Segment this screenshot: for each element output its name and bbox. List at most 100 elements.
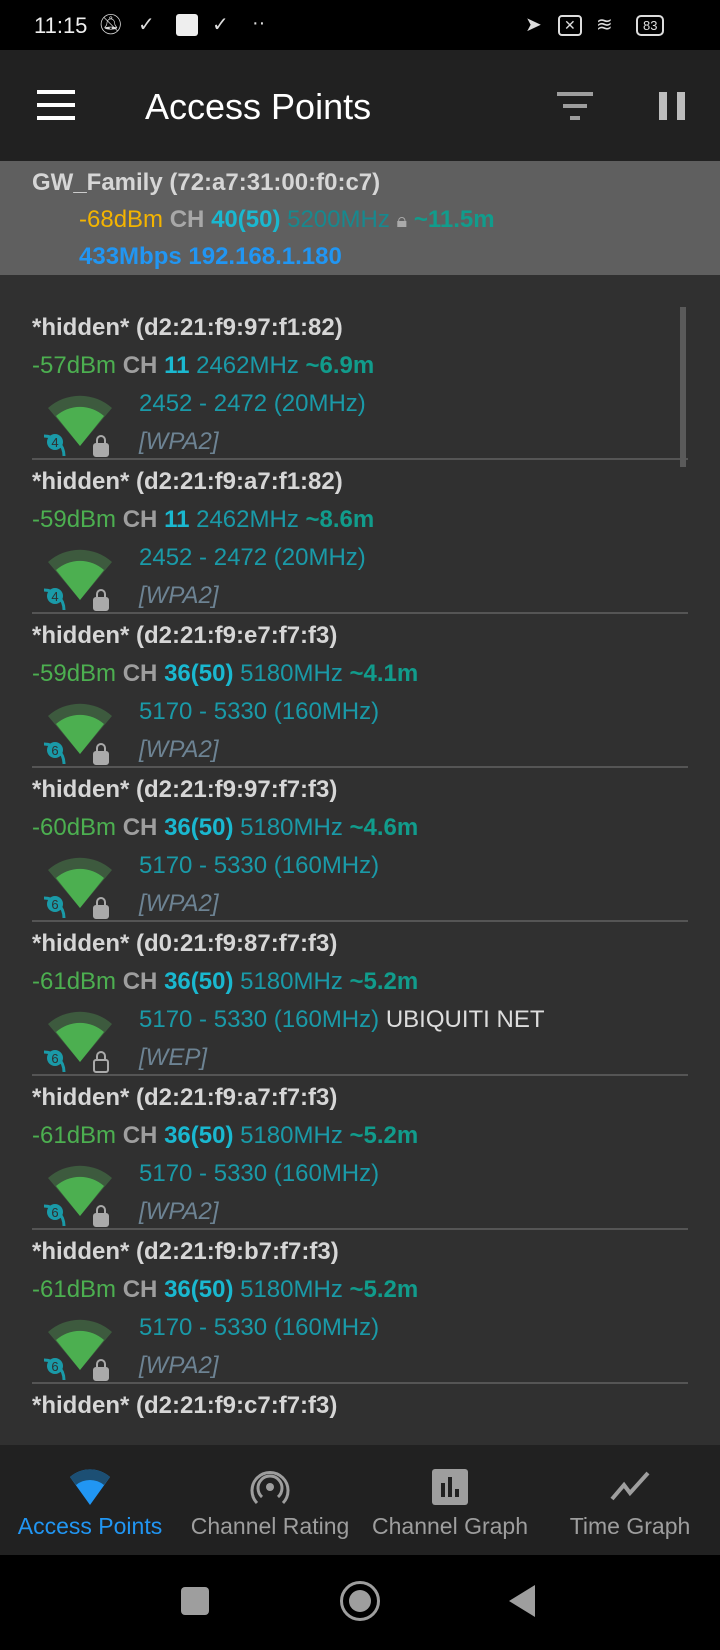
- signal-strength: -60dBm: [32, 814, 117, 841]
- signal-strength: -59dBm: [32, 660, 117, 687]
- ap-range: 2452 - 2472 (20MHz): [139, 390, 366, 418]
- channel-label: CH: [122, 1122, 158, 1149]
- wifi-generation-icon: 4: [44, 588, 66, 611]
- signal-strength-icon: 4: [44, 549, 112, 611]
- tab-label: Channel Rating: [190, 1513, 350, 1539]
- status-bar: 11:15 🔕︎ ✓ ✓ ·· ➤ ✕ ≋ 83: [0, 0, 720, 50]
- check-icon: ✓: [138, 14, 155, 36]
- security: [WPA2]: [139, 736, 219, 763]
- ap-title: *hidden* (d2:21:f9:97:f1:82): [32, 314, 343, 341]
- channel: 11: [164, 506, 190, 533]
- access-point-row[interactable]: *hidden* (d2:21:f9:97:f1:82) -57dBm CH 11…: [0, 306, 720, 460]
- frequency: 5180MHz: [240, 968, 343, 995]
- filter-icon[interactable]: [556, 92, 594, 120]
- tab-label: Time Graph: [569, 1513, 691, 1539]
- security: [WPA2]: [139, 582, 219, 609]
- lock-icon: [93, 1051, 109, 1073]
- wifi-generation-icon: 4: [44, 434, 66, 457]
- recents-button[interactable]: [181, 1587, 209, 1615]
- frequency-range: 5170 - 5330 (160MHz): [139, 1314, 380, 1341]
- signal-strength: -61dBm: [32, 968, 117, 995]
- security: [WPA2]: [139, 1352, 219, 1379]
- pause-icon[interactable]: [659, 92, 685, 120]
- ap-title: *hidden* (d2:21:f9:b7:f7:f3): [32, 1238, 339, 1265]
- distance: ~5.2m: [349, 968, 419, 995]
- tab-channel-rating[interactable]: Channel Rating: [180, 1445, 360, 1555]
- ap-details: -60dBm CH 36(50) 5180MHz ~4.6m: [32, 814, 418, 842]
- security: [WEP]: [139, 1044, 208, 1071]
- channel: 36(50): [164, 660, 234, 687]
- wifi-status-icon: ≋: [596, 14, 613, 36]
- distance: ~5.2m: [349, 1122, 419, 1149]
- lock-icon: [93, 435, 109, 457]
- channel: 36(50): [164, 968, 234, 995]
- frequency: 5200MHz: [287, 206, 390, 233]
- signal-strength-icon: 4: [44, 395, 112, 457]
- clock: 11:15: [34, 13, 88, 38]
- channel-label: CH: [122, 814, 158, 841]
- access-point-row[interactable]: *hidden* (d2:21:f9:a7:f7:f3) -61dBm CH 36…: [0, 1076, 720, 1230]
- ap-title: *hidden* (d2:21:f9:c7:f7:f3): [32, 1392, 338, 1419]
- scrollbar[interactable]: [680, 307, 686, 467]
- tab-label: Access Points: [17, 1513, 163, 1539]
- signal-strength-icon: 6: [44, 1011, 112, 1073]
- security: [WPA2]: [139, 1198, 219, 1225]
- channel-label: CH: [169, 206, 205, 233]
- tab-access-points[interactable]: Access Points: [0, 1445, 180, 1555]
- menu-icon[interactable]: [37, 90, 75, 120]
- lock-icon: [93, 589, 109, 611]
- security: [WPA2]: [139, 890, 219, 917]
- access-point-row[interactable]: *hidden* (d2:21:f9:c7:f7:f3): [0, 1384, 720, 1445]
- tab-label: Channel Graph: [372, 1513, 528, 1539]
- home-button[interactable]: [340, 1581, 380, 1621]
- page-title: Access Points: [145, 86, 372, 127]
- ap-details: -61dBm CH 36(50) 5180MHz ~5.2m: [32, 1276, 418, 1304]
- frequency: 5180MHz: [240, 814, 343, 841]
- bottom-navigation: Access Points Channel Rating Channel Gra…: [0, 1445, 720, 1555]
- wifi-generation-icon: 6: [44, 896, 66, 919]
- ap-range: 2452 - 2472 (20MHz): [139, 544, 366, 572]
- frequency: 2462MHz: [196, 352, 299, 379]
- bar-chart-icon: [432, 1469, 468, 1505]
- wifi-generation: 6: [51, 1205, 58, 1220]
- wifi-generation-icon: 6: [44, 1358, 66, 1381]
- access-point-list[interactable]: *hidden* (d2:21:f9:97:f1:82) -57dBm CH 11…: [0, 275, 720, 1445]
- frequency-range: 2452 - 2472 (20MHz): [139, 390, 366, 417]
- access-point-row[interactable]: *hidden* (d2:21:f9:b7:f7:f3) -61dBm CH 36…: [0, 1230, 720, 1384]
- ap-details: -61dBm CH 36(50) 5180MHz ~5.2m: [32, 968, 418, 996]
- mute-icon: 🔕︎: [98, 14, 124, 36]
- tab-channel-graph[interactable]: Channel Graph: [360, 1445, 540, 1555]
- distance: ~6.9m: [305, 352, 375, 379]
- connected-details: -68dBm CH 40(50) 5200MHz 🔒︎ ~11.5m: [79, 206, 495, 234]
- location-icon: ➤: [525, 14, 542, 36]
- channel: 11: [164, 352, 190, 379]
- frequency: 5180MHz: [240, 1276, 343, 1303]
- ap-range: 5170 - 5330 (160MHz) UBIQUITI NET: [139, 1006, 544, 1034]
- ap-title: *hidden* (d2:21:f9:e7:f7:f3): [32, 622, 338, 649]
- tab-time-graph[interactable]: Time Graph: [540, 1445, 720, 1555]
- connected-ap[interactable]: GW_Family (72:a7:31:00:f0:c7) -68dBm CH …: [0, 161, 720, 275]
- wifi-generation: 6: [51, 897, 58, 912]
- distance: ~11.5m: [413, 206, 495, 233]
- ap-range: 5170 - 5330 (160MHz): [139, 1314, 379, 1342]
- frequency: 5180MHz: [240, 1122, 343, 1149]
- ap-title: *hidden* (d0:21:f9:87:f7:f3): [32, 930, 338, 957]
- access-point-row[interactable]: *hidden* (d2:21:f9:a7:f1:82) -59dBm CH 11…: [0, 460, 720, 614]
- back-button[interactable]: [509, 1585, 535, 1617]
- frequency-range: 5170 - 5330 (160MHz): [139, 1160, 380, 1187]
- ap-details: -57dBm CH 11 2462MHz ~6.9m: [32, 352, 374, 380]
- channel: 36(50): [164, 1122, 234, 1149]
- ap-details: -59dBm CH 11 2462MHz ~8.6m: [32, 506, 374, 534]
- check-icon: ✓: [212, 14, 229, 36]
- access-point-row[interactable]: *hidden* (d2:21:f9:97:f7:f3) -60dBm CH 36…: [0, 768, 720, 922]
- battery-icon: 83: [636, 15, 665, 36]
- access-point-row[interactable]: *hidden* (d0:21:f9:87:f7:f3) -61dBm CH 36…: [0, 922, 720, 1076]
- distance: ~4.6m: [349, 814, 419, 841]
- wifi-icon: [70, 1469, 110, 1505]
- toolbar: Access Points: [0, 50, 720, 161]
- line-chart-icon: [610, 1471, 650, 1501]
- lock-icon: 🔒︎: [396, 210, 408, 232]
- channel: 36(50): [164, 1276, 234, 1303]
- access-point-row[interactable]: *hidden* (d2:21:f9:e7:f7:f3) -59dBm CH 36…: [0, 614, 720, 768]
- wifi-generation: 4: [51, 435, 58, 450]
